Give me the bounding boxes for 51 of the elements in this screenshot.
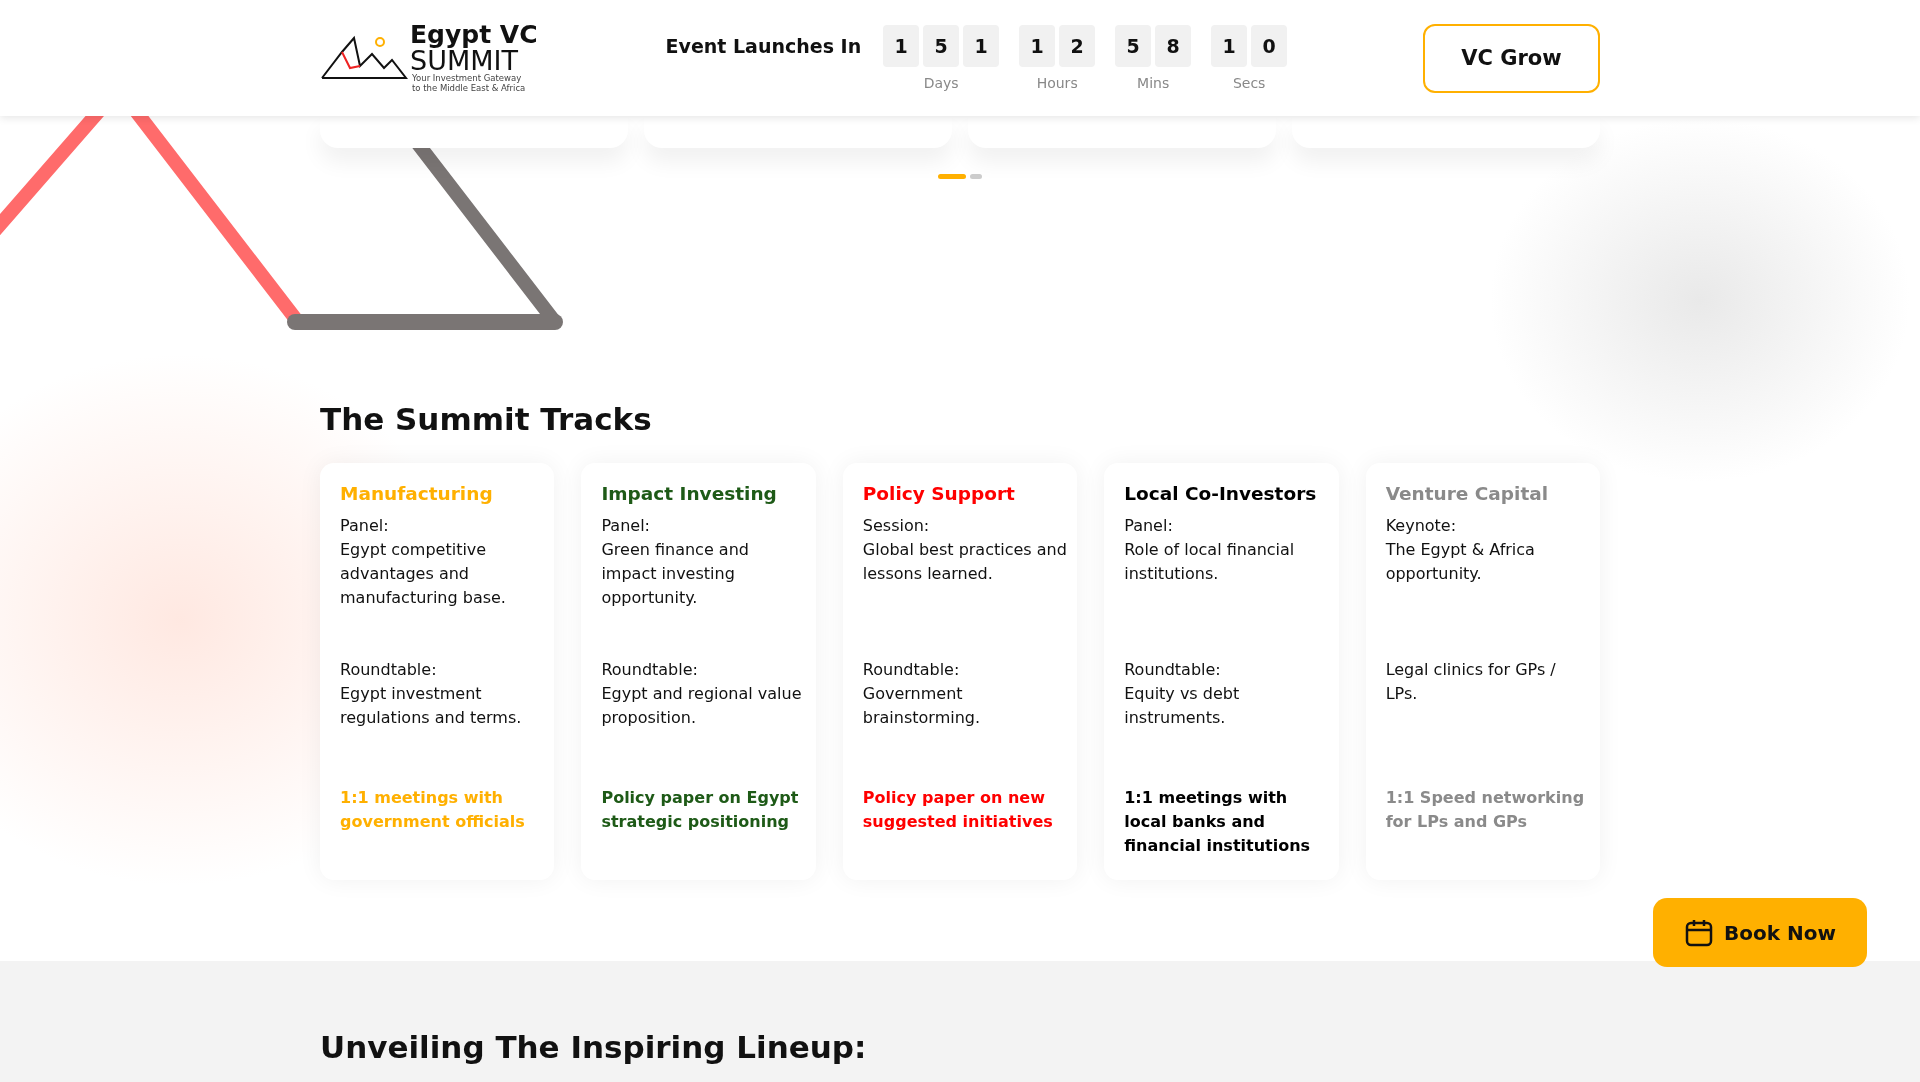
session-description: Egypt and regional value proposition. <box>601 683 803 729</box>
track-highlight: 1:1 meetings with local banks and financial institutions <box>1124 787 1312 857</box>
session-description: Role of local financial institutions. <box>1124 539 1296 585</box>
session-description: Equity vs debt instruments. <box>1124 683 1241 729</box>
session-type: Roundtable: <box>862 659 961 681</box>
countdown-digit: 1 <box>963 25 1000 67</box>
countdown-label: Event Launches In <box>665 35 862 57</box>
session-type: Roundtable: <box>1124 659 1222 681</box>
countdown-unit: Secs <box>1232 75 1266 91</box>
track-title: Local Co-Investors <box>1124 483 1318 504</box>
session-description: Government brainstorming. <box>862 683 982 729</box>
track-title: Policy Support <box>862 483 1016 504</box>
session-description: Legal clinics for GPs / LPs. <box>1385 659 1557 705</box>
countdown-digit: 0 <box>1251 25 1288 67</box>
session-type: Roundtable: <box>340 659 438 681</box>
track-title: Impact Investing <box>601 483 778 504</box>
vc-grow-button[interactable]: VC Grow <box>1423 23 1600 93</box>
session-type: Panel: <box>1124 515 1174 537</box>
countdown-digit: 8 <box>1155 25 1192 67</box>
countdown-digit: 1 <box>1019 25 1056 67</box>
track-highlight: Policy paper on new suggested initiatives <box>862 787 1054 833</box>
countdown-digit: 5 <box>923 25 960 67</box>
track-highlight: 1:1 meetings with government officials <box>340 787 526 833</box>
countdown-unit: Hours <box>1036 75 1078 91</box>
countdown-digit: 5 <box>1115 25 1152 67</box>
session-description: Green finance and impact investing opportunity. <box>601 539 750 609</box>
logo-tagline: to the Middle East & Africa <box>412 84 527 94</box>
track-highlight: Policy paper on Egypt strategic positioning <box>601 787 800 833</box>
session-type: Panel: <box>601 515 651 537</box>
countdown-digit: 2 <box>1059 25 1096 67</box>
session-type: Session: <box>862 515 931 537</box>
session-description: Egypt competitive advantages and manufacturing base. <box>340 539 507 609</box>
countdown-digit: 1 <box>1211 25 1248 67</box>
session-type: Panel: <box>340 515 390 537</box>
session-description: Global best practices and lessons learned. <box>862 539 1068 585</box>
track-title: Manufacturing <box>340 483 494 504</box>
track-highlight: 1:1 Speed networking for LPs and GPs <box>1385 787 1586 833</box>
session-type: Roundtable: <box>601 659 699 681</box>
countdown-unit: Mins <box>1137 75 1170 91</box>
logo-tagline: Your Investment Gateway <box>412 74 523 84</box>
session-type: Keynote: <box>1385 515 1458 537</box>
calendar-icon <box>1684 917 1714 948</box>
section-heading: The Summit Tracks <box>320 401 653 437</box>
session-description: The Egypt & Africa opportunity. <box>1385 539 1536 585</box>
session-description: Egypt investment regulations and terms. <box>340 683 523 729</box>
book-now-button[interactable]: Book Now <box>1653 898 1867 967</box>
countdown-unit: Days <box>923 75 959 91</box>
countdown-digit: 1 <box>883 25 920 67</box>
logo-subtitle: SUMMIT <box>410 47 518 75</box>
track-title: Venture Capital <box>1385 483 1550 504</box>
section-heading: Unveiling The Inspiring Lineup: <box>320 1029 868 1065</box>
